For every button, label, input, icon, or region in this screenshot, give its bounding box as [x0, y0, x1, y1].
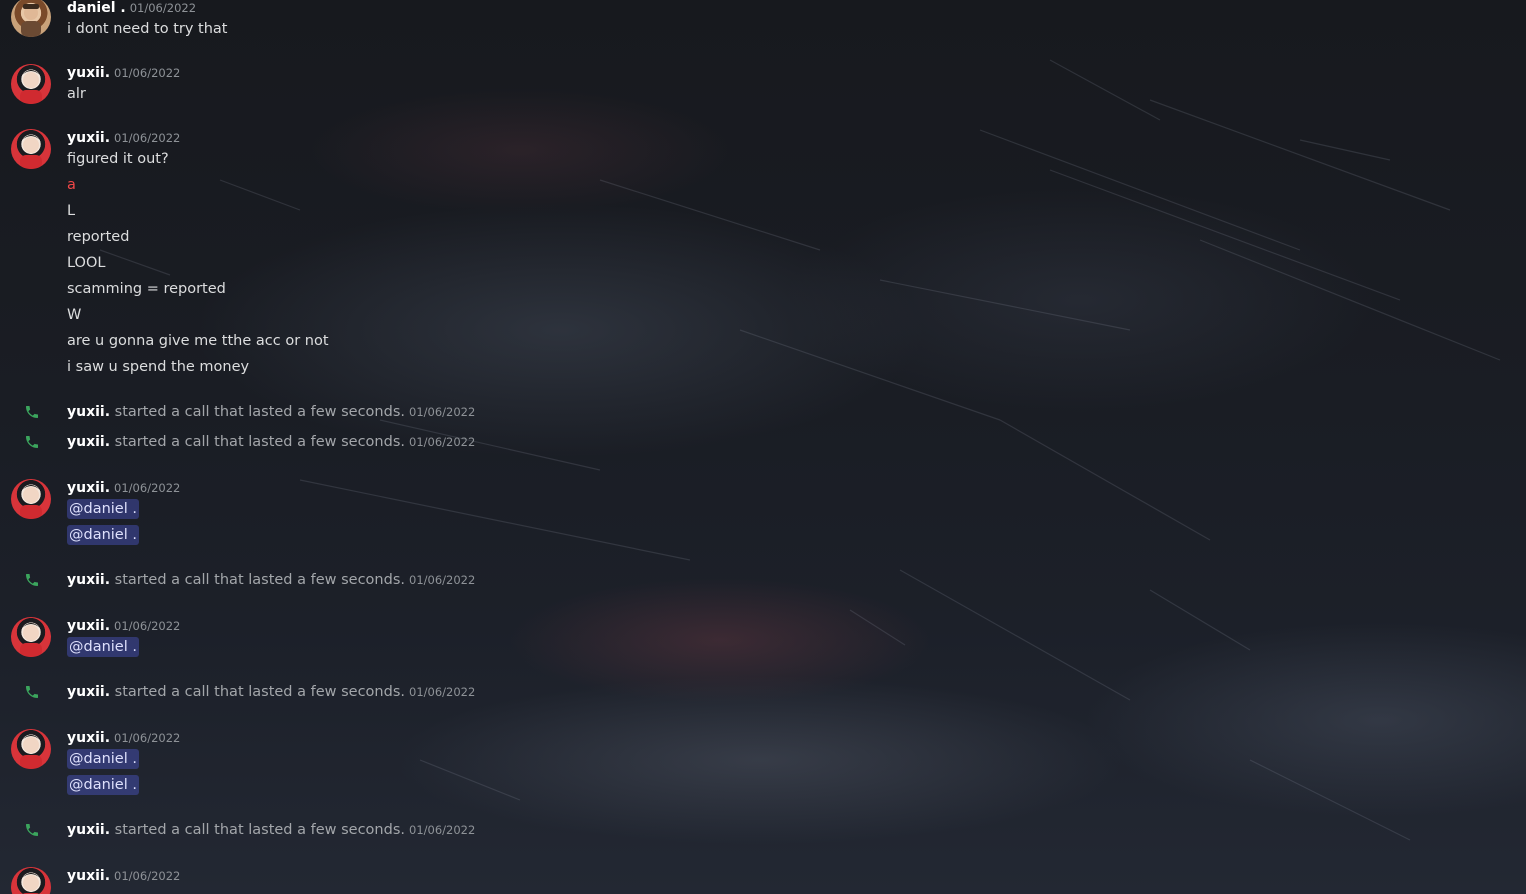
phone-icon — [26, 824, 38, 836]
message-group: yuxii. 01/06/2022 — [0, 865, 900, 894]
call-text: started a call that lasted a few seconds… — [114, 572, 405, 588]
call-timestamp: 01/06/2022 — [409, 573, 476, 587]
message-timestamp: 01/06/2022 — [114, 131, 181, 145]
call-event: yuxii. started a call that lasted a few … — [0, 820, 900, 840]
message-text: figured it out? — [67, 151, 169, 167]
call-author[interactable]: yuxii. — [67, 572, 110, 588]
author-name[interactable]: daniel . — [67, 0, 126, 16]
message-timestamp: 01/06/2022 — [114, 619, 181, 633]
call-author[interactable]: yuxii. — [67, 404, 110, 420]
message-timestamp: 01/06/2022 — [114, 869, 181, 883]
call-text: started a call that lasted a few seconds… — [114, 434, 405, 450]
avatar[interactable] — [11, 0, 51, 37]
phone-icon — [26, 574, 38, 586]
user-mention[interactable]: @daniel . — [67, 749, 139, 769]
avatar[interactable] — [11, 729, 51, 769]
call-text: started a call that lasted a few seconds… — [114, 684, 405, 700]
message-text: reported — [67, 229, 130, 245]
author-name[interactable]: yuxii. — [67, 480, 110, 496]
user-mention[interactable]: @daniel . — [67, 775, 139, 795]
message-text: scamming = reported — [67, 281, 226, 297]
avatar[interactable] — [11, 617, 51, 657]
avatar[interactable] — [11, 129, 51, 169]
author-name[interactable]: yuxii. — [67, 618, 110, 634]
author-name[interactable]: yuxii. — [67, 730, 110, 746]
message-text: L — [67, 203, 76, 219]
user-mention[interactable]: @daniel . — [67, 499, 139, 519]
message-list[interactable]: daniel . 01/06/2022 i dont need to try th… — [0, 0, 1526, 894]
message-text: W — [67, 307, 82, 323]
avatar[interactable] — [11, 64, 51, 104]
call-event: yuxii. started a call that lasted a few … — [0, 570, 900, 590]
call-author[interactable]: yuxii. — [67, 434, 110, 450]
call-author[interactable]: yuxii. — [67, 822, 110, 838]
message-text: i saw u spend the money — [67, 359, 250, 375]
call-timestamp: 01/06/2022 — [409, 685, 476, 699]
message-text: LOOL — [67, 255, 106, 271]
call-event: yuxii. started a call that lasted a few … — [0, 402, 900, 422]
message-text: are u gonna give me tthe acc or not — [67, 333, 329, 349]
user-mention[interactable]: @daniel . — [67, 637, 139, 657]
call-timestamp: 01/06/2022 — [409, 435, 476, 449]
author-name[interactable]: yuxii. — [67, 65, 110, 81]
message-timestamp: 01/06/2022 — [114, 731, 181, 745]
phone-icon — [26, 406, 38, 418]
call-text: started a call that lasted a few seconds… — [114, 822, 405, 838]
phone-icon — [26, 436, 38, 448]
call-author[interactable]: yuxii. — [67, 684, 110, 700]
message-timestamp: 01/06/2022 — [114, 66, 181, 80]
message-timestamp: 01/06/2022 — [114, 481, 181, 495]
author-name[interactable]: yuxii. — [67, 868, 110, 884]
message-text: alr — [67, 86, 86, 102]
call-timestamp: 01/06/2022 — [409, 823, 476, 837]
call-event: yuxii. started a call that lasted a few … — [0, 432, 900, 452]
avatar[interactable] — [11, 867, 51, 894]
phone-icon — [26, 686, 38, 698]
avatar[interactable] — [11, 479, 51, 519]
user-mention[interactable]: @daniel . — [67, 525, 139, 545]
call-timestamp: 01/06/2022 — [409, 405, 476, 419]
message-text: i dont need to try that — [67, 21, 228, 37]
author-name[interactable]: yuxii. — [67, 130, 110, 146]
message-timestamp: 01/06/2022 — [129, 1, 197, 15]
message-text: a — [67, 177, 76, 193]
call-event: yuxii. started a call that lasted a few … — [0, 682, 900, 702]
call-text: started a call that lasted a few seconds… — [114, 404, 405, 420]
